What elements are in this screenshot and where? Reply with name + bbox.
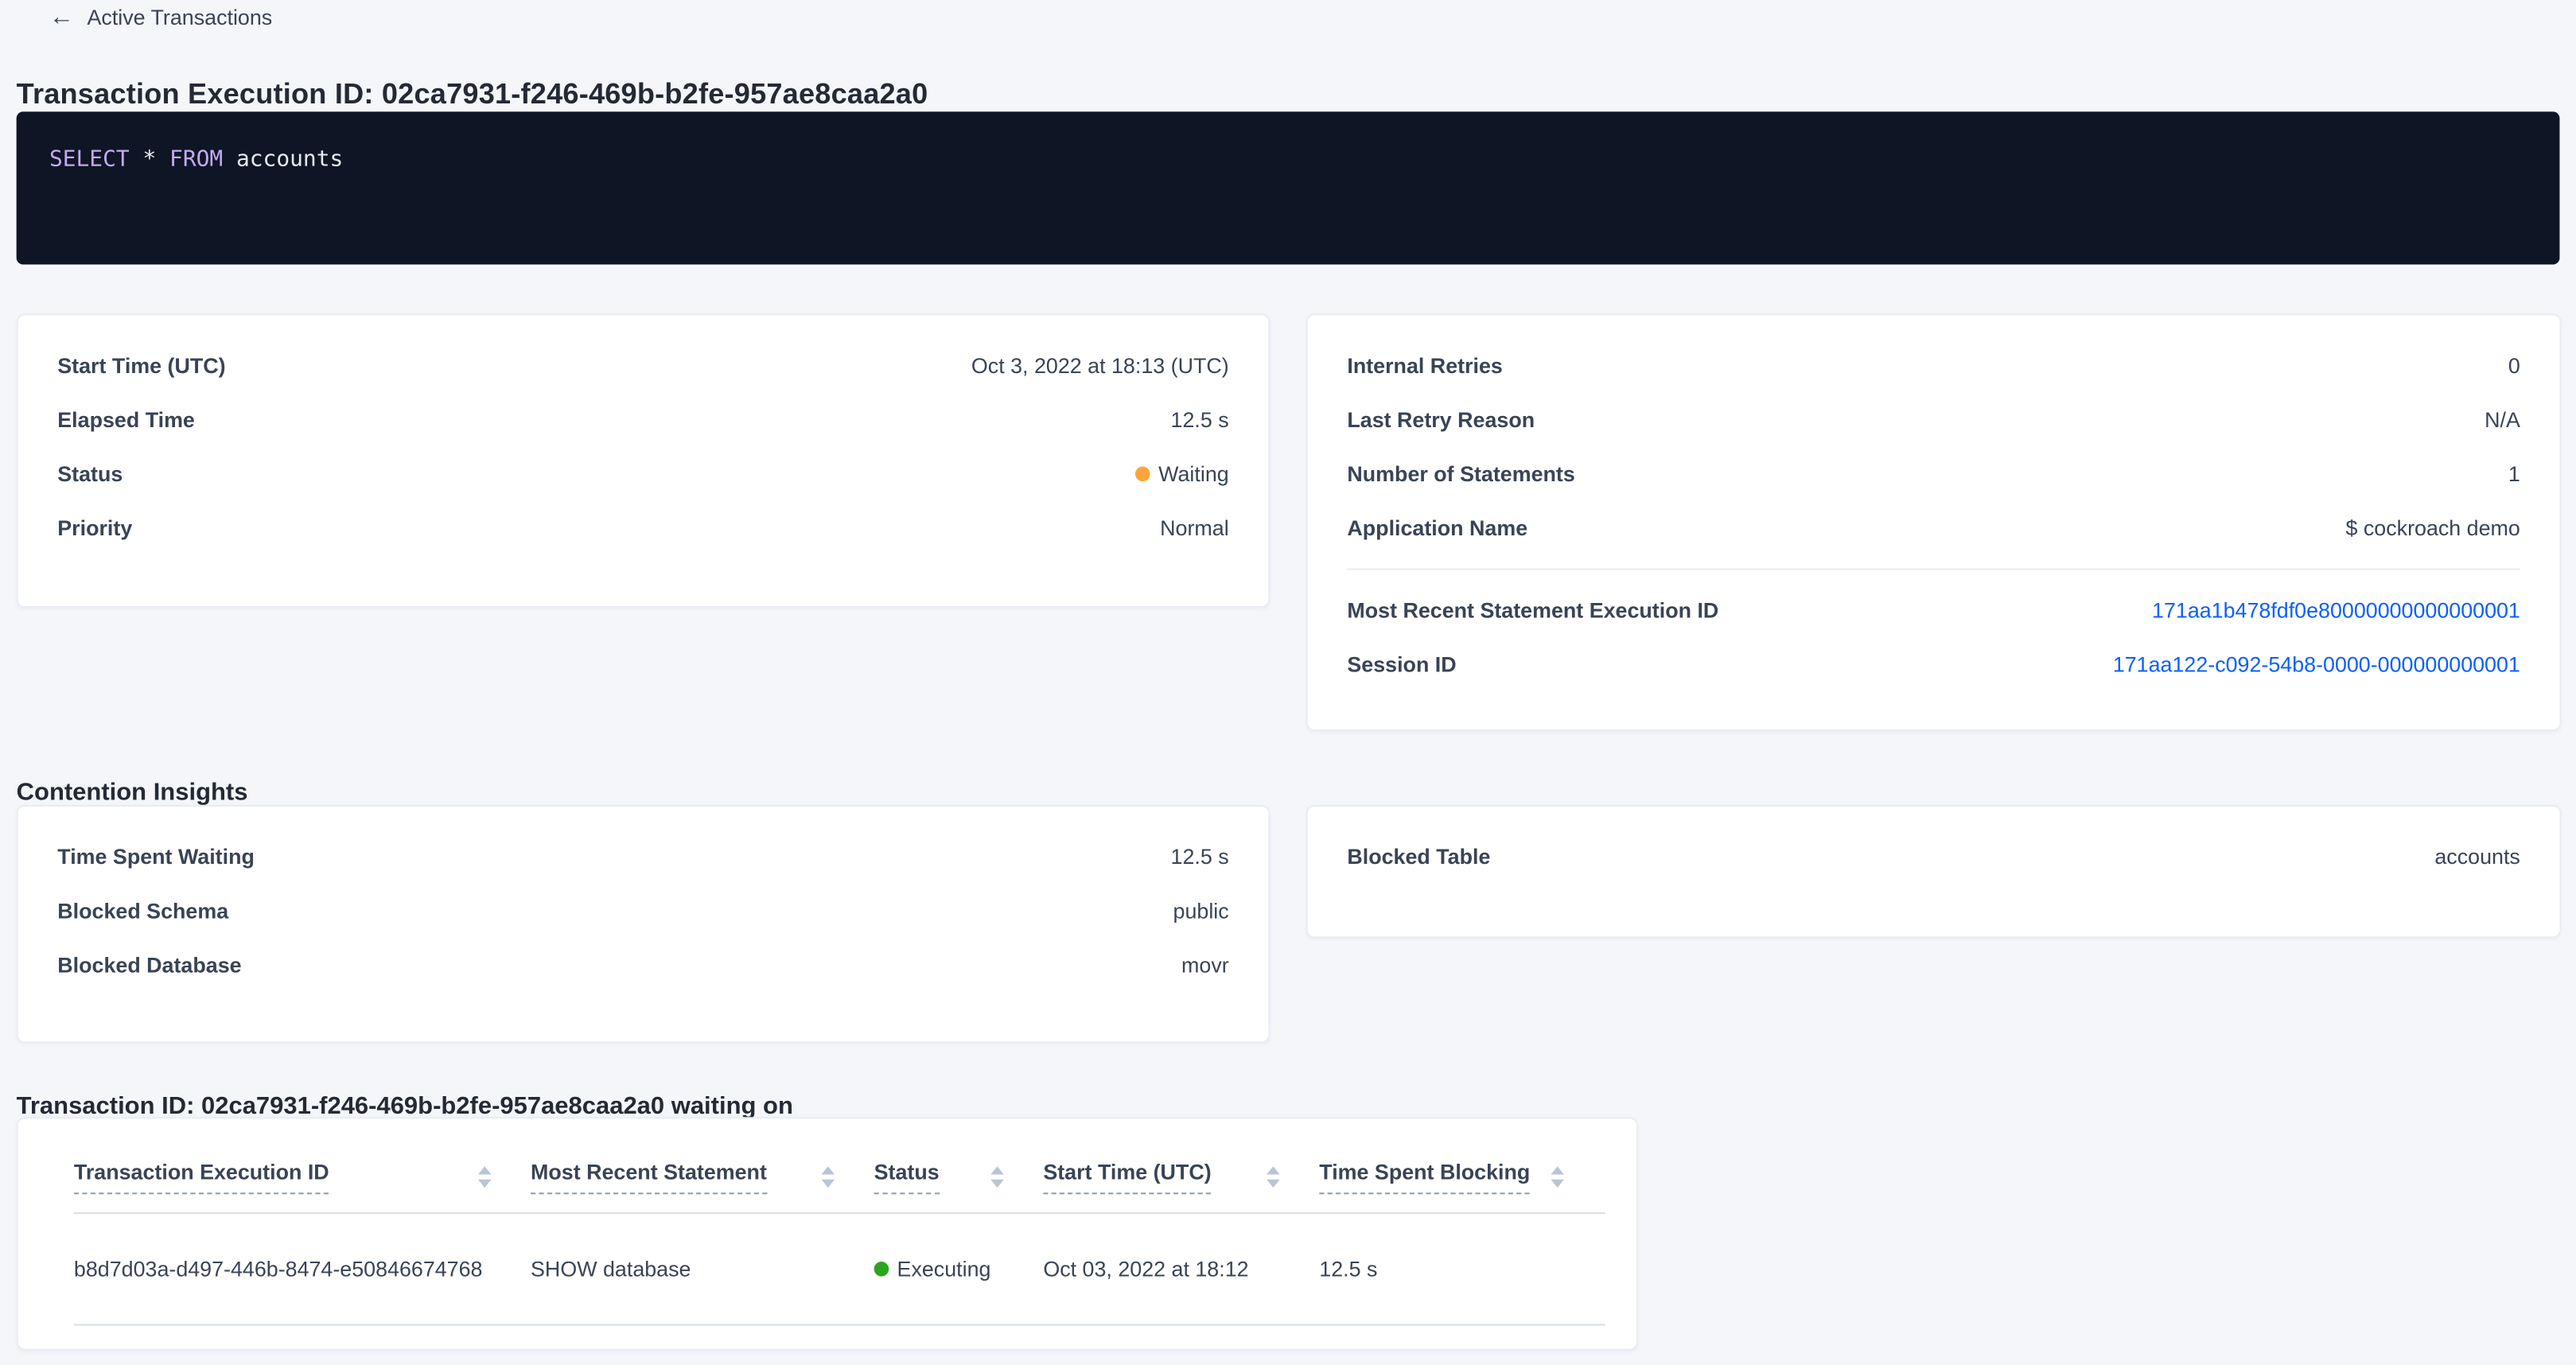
back-button[interactable]: ← Active Transactions xyxy=(49,5,272,29)
kv-label: Blocked Schema xyxy=(57,899,228,924)
kv-label: Start Time (UTC) xyxy=(57,353,225,378)
column-header-status[interactable]: Status xyxy=(874,1161,1044,1194)
kv-value: $ cockroach demo xyxy=(2345,515,2520,540)
contention-card-left: Time Spent Waiting 12.5 s Blocked Schema… xyxy=(17,805,1270,1043)
kv-value: movr xyxy=(1181,953,1229,978)
kv-row-start-time: Start Time (UTC) Oct 3, 2022 at 18:13 (U… xyxy=(57,338,1228,392)
kv-row-status: Status Waiting xyxy=(57,447,1228,501)
cell-most-recent-statement: SHOW database xyxy=(531,1257,874,1281)
kv-value: Normal xyxy=(1160,515,1229,540)
back-label: Active Transactions xyxy=(87,5,272,29)
sql-statement: SELECT * FROM accounts xyxy=(49,146,2527,174)
kv-row-blocked-table: Blocked Table accounts xyxy=(1347,830,2520,884)
contention-card-right: Blocked Table accounts xyxy=(1306,805,2562,938)
kv-label: Internal Retries xyxy=(1347,353,1502,378)
kv-label: Application Name xyxy=(1347,515,1527,540)
back-arrow-icon: ← xyxy=(49,6,74,29)
kv-label: Number of Statements xyxy=(1347,461,1574,486)
summary-card-right: Internal Retries 0 Last Retry Reason N/A… xyxy=(1306,313,2562,731)
column-header-label: Start Time (UTC) xyxy=(1043,1161,1211,1194)
status-text: Waiting xyxy=(1158,461,1229,486)
column-header-start-time[interactable]: Start Time (UTC) xyxy=(1043,1161,1319,1194)
cell-status: Executing xyxy=(874,1257,1044,1281)
summary-card-left: Start Time (UTC) Oct 3, 2022 at 18:13 (U… xyxy=(17,313,1270,608)
column-header-transaction-execution-id[interactable]: Transaction Execution ID xyxy=(74,1161,531,1194)
table-header-row: Transaction Execution ID Most Recent Sta… xyxy=(74,1161,1636,1194)
statement-execution-id-link[interactable]: 171aa1b478fdf0e80000000000000001 xyxy=(2152,598,2520,623)
kv-value: public xyxy=(1173,899,1229,924)
waiting-status-dot-icon xyxy=(1135,466,1150,481)
kv-row-statement-execution-id: Most Recent Statement Execution ID 171aa… xyxy=(1347,583,2520,637)
kv-label: Priority xyxy=(57,515,132,540)
kv-label: Most Recent Statement Execution ID xyxy=(1347,598,1718,623)
contention-insights-heading: Contention Insights xyxy=(17,780,248,807)
sort-icon xyxy=(1267,1166,1280,1188)
kv-label: Last Retry Reason xyxy=(1347,407,1535,432)
transaction-details-page: ← Active Transactions Transaction Execut… xyxy=(0,0,2576,1365)
sort-icon xyxy=(478,1166,492,1188)
kv-row-application-name: Application Name $ cockroach demo xyxy=(1347,501,2520,555)
executing-status-dot-icon xyxy=(874,1262,889,1277)
kv-label: Blocked Table xyxy=(1347,844,1490,869)
session-id-link[interactable]: 171aa122-c092-54b8-0000-000000000001 xyxy=(2113,652,2520,677)
column-header-label: Most Recent Statement xyxy=(531,1161,767,1194)
kv-row-session-id: Session ID 171aa122-c092-54b8-0000-00000… xyxy=(1347,637,2520,691)
table-header-divider xyxy=(74,1212,1605,1214)
kv-value: 12.5 s xyxy=(1171,844,1229,869)
cell-transaction-execution-id: b8d7d03a-d497-446b-8474-e50846674768 xyxy=(74,1257,531,1281)
kv-row-number-of-statements: Number of Statements 1 xyxy=(1347,447,2520,501)
kv-value: 12.5 s xyxy=(1171,407,1229,432)
sql-keyword-select: SELECT xyxy=(49,146,130,173)
sort-icon xyxy=(990,1166,1004,1188)
cell-start-time: Oct 03, 2022 at 18:12 xyxy=(1043,1257,1319,1281)
column-header-label: Status xyxy=(874,1161,940,1194)
kv-row-priority: Priority Normal xyxy=(57,501,1228,555)
kv-label: Session ID xyxy=(1347,652,1456,677)
sql-keyword-from: FROM xyxy=(169,146,223,173)
kv-label: Time Spent Waiting xyxy=(57,844,255,869)
sql-star: * xyxy=(130,146,169,173)
sql-table-ref: accounts xyxy=(223,146,343,173)
kv-value: accounts xyxy=(2434,844,2520,869)
kv-value: 1 xyxy=(2508,461,2520,486)
kv-label: Status xyxy=(57,461,123,486)
waiting-on-table-card: Transaction Execution ID Most Recent Sta… xyxy=(17,1117,1638,1350)
column-header-label: Time Spent Blocking xyxy=(1319,1161,1530,1194)
kv-row-internal-retries: Internal Retries 0 xyxy=(1347,338,2520,392)
sort-icon xyxy=(1551,1166,1564,1188)
column-header-time-spent-blocking[interactable]: Time Spent Blocking xyxy=(1319,1161,1603,1194)
column-header-label: Transaction Execution ID xyxy=(74,1161,329,1194)
kv-value: 0 xyxy=(2508,353,2520,378)
kv-value: Oct 3, 2022 at 18:13 (UTC) xyxy=(971,353,1229,378)
kv-label: Elapsed Time xyxy=(57,407,195,432)
kv-row-blocked-database: Blocked Database movr xyxy=(57,938,1228,992)
kv-row-last-retry-reason: Last Retry Reason N/A xyxy=(1347,393,2520,447)
sort-icon xyxy=(822,1166,835,1188)
kv-row-time-spent-waiting: Time Spent Waiting 12.5 s xyxy=(57,830,1228,884)
kv-row-blocked-schema: Blocked Schema public xyxy=(57,884,1228,938)
sql-statement-box: SELECT * FROM accounts xyxy=(17,111,2560,264)
page-title: Transaction Execution ID: 02ca7931-f246-… xyxy=(17,76,928,111)
cell-time-spent-blocking: 12.5 s xyxy=(1319,1257,1603,1281)
table-row: b8d7d03a-d497-446b-8474-e50846674768 SHO… xyxy=(74,1257,1636,1281)
status-value: Waiting xyxy=(1135,461,1228,486)
column-header-most-recent-statement[interactable]: Most Recent Statement xyxy=(531,1161,874,1194)
kv-label: Blocked Database xyxy=(57,953,241,978)
card-divider xyxy=(1347,569,2520,570)
kv-row-elapsed-time: Elapsed Time 12.5 s xyxy=(57,393,1228,447)
kv-value: N/A xyxy=(2485,407,2520,432)
table-row-divider xyxy=(74,1324,1605,1325)
status-text: Executing xyxy=(897,1257,991,1281)
